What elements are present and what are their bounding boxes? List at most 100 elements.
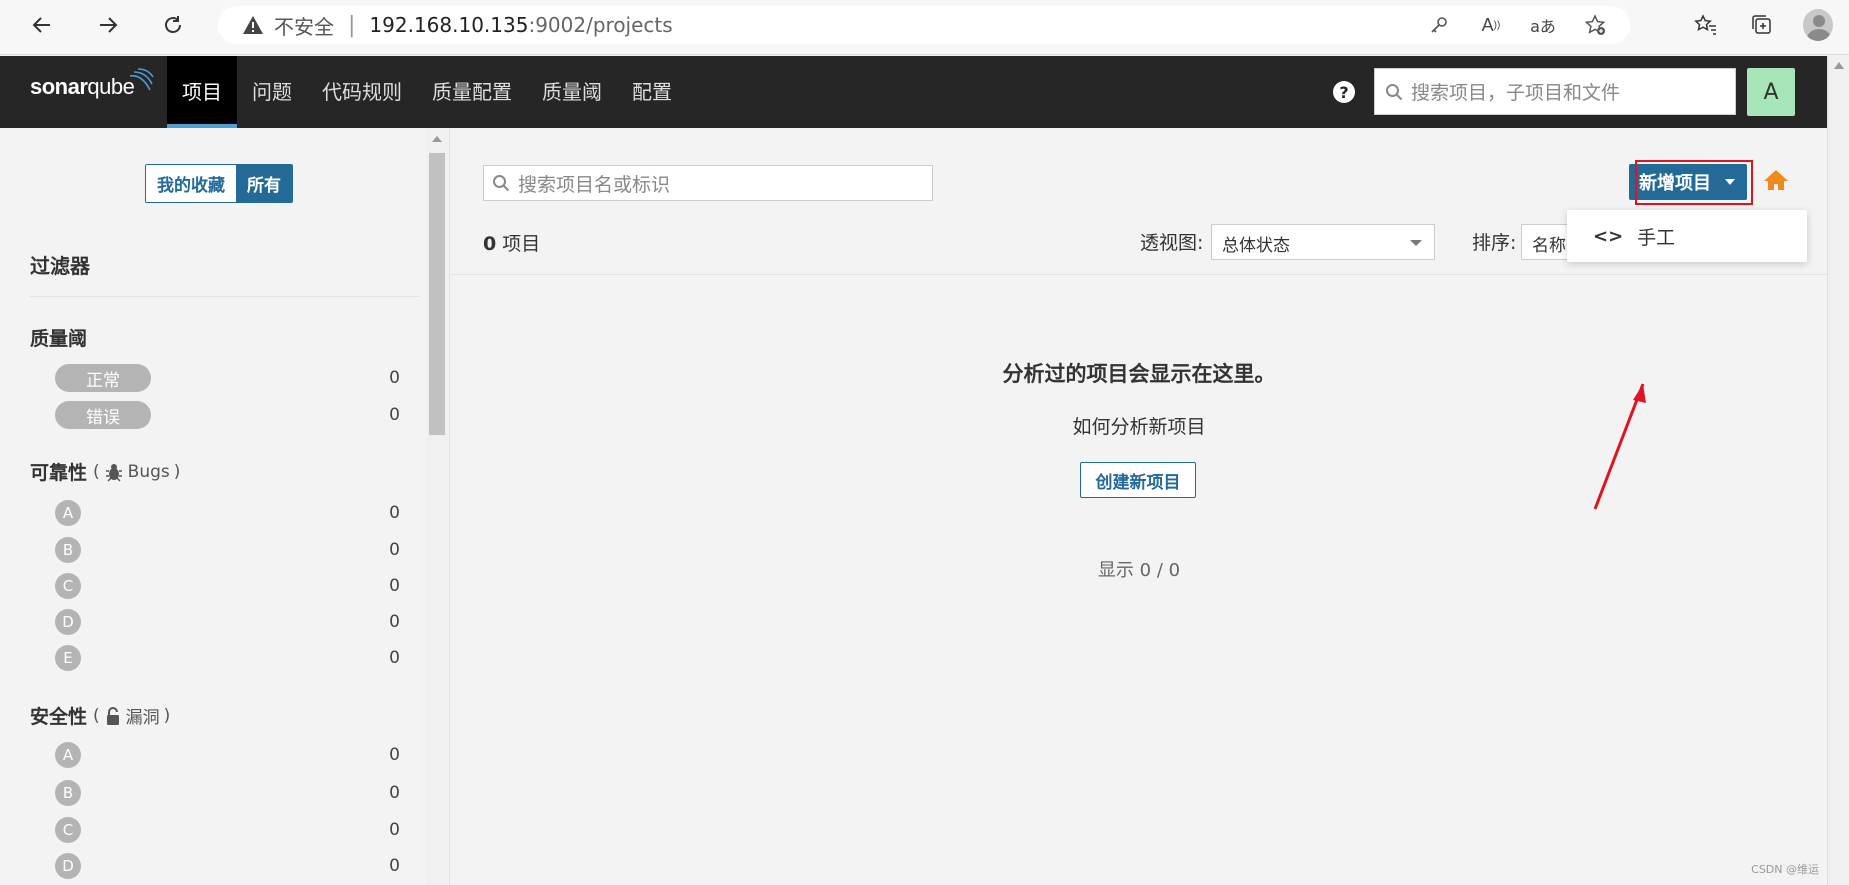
back-arrow-icon[interactable] bbox=[22, 8, 62, 42]
grade-badge: D bbox=[55, 609, 81, 635]
favorites-icon[interactable] bbox=[1691, 10, 1721, 40]
address-separator: | bbox=[348, 12, 356, 38]
divider bbox=[30, 296, 420, 297]
scrollbar-thumb bbox=[429, 153, 445, 435]
filter-row-passed[interactable]: 正常 0 bbox=[55, 364, 400, 392]
annotation-highlight-box bbox=[1635, 160, 1753, 205]
reliability-row-a[interactable]: A 0 bbox=[55, 499, 400, 527]
grade-badge: C bbox=[55, 573, 81, 599]
filter-count: 0 bbox=[389, 576, 400, 596]
refresh-icon[interactable] bbox=[153, 8, 193, 42]
home-icon[interactable] bbox=[1763, 168, 1789, 196]
url-text: 192.168.10.135:9002/projects bbox=[369, 13, 673, 37]
favorite-add-icon[interactable] bbox=[1580, 13, 1610, 37]
top-navigation: sonarqube 项目 问题 代码规则 质量配置 质量阈 配置 ? 搜索项目，… bbox=[0, 56, 1827, 128]
divider bbox=[451, 274, 1827, 275]
menu-item-projects[interactable]: 项目 bbox=[167, 56, 237, 128]
security-row-b[interactable]: B 0 bbox=[55, 779, 400, 807]
grade-badge: D bbox=[55, 853, 81, 879]
filter-count: 0 bbox=[389, 503, 400, 523]
reliability-filter-title: 可靠性 ( Bugs ) bbox=[30, 461, 181, 485]
filters-sidebar: 我的收藏 所有 过滤器 质量阈 正常 0 错误 0 可靠性 ( Bugs ) A… bbox=[0, 128, 450, 885]
security-row-a[interactable]: A 0 bbox=[55, 741, 400, 769]
sidebar-scrollbar[interactable] bbox=[426, 128, 448, 885]
annotation-arrow bbox=[1593, 383, 1646, 510]
code-icon: <> bbox=[1593, 225, 1624, 247]
search-icon bbox=[1386, 83, 1403, 100]
security-filter-heading: 安全性 ( 漏洞 ) bbox=[30, 705, 171, 729]
sonarqube-logo[interactable]: sonarqube bbox=[30, 68, 155, 100]
reliability-row-e[interactable]: E 0 bbox=[55, 644, 400, 672]
filters-title: 过滤器 bbox=[30, 254, 90, 278]
forward-arrow-icon[interactable] bbox=[88, 8, 128, 42]
menu-item-quality-profiles[interactable]: 质量配置 bbox=[417, 56, 527, 128]
favorites-all-toggle: 我的收藏 所有 bbox=[145, 164, 293, 203]
address-bar[interactable]: 不安全 | 192.168.10.135:9002/projects A)) a… bbox=[218, 6, 1630, 44]
filter-count: 0 bbox=[389, 540, 400, 560]
filter-count: 0 bbox=[389, 783, 400, 803]
empty-state-title: 分析过的项目会显示在这里。 bbox=[1002, 362, 1276, 386]
collections-icon[interactable] bbox=[1747, 10, 1777, 40]
sonar-wave-icon bbox=[130, 68, 155, 91]
filter-count: 0 bbox=[389, 820, 400, 840]
menu-item-administration[interactable]: 配置 bbox=[617, 56, 687, 128]
security-row-d[interactable]: D 0 bbox=[55, 852, 400, 880]
global-search-placeholder: 搜索项目，子项目和文件 bbox=[1411, 82, 1621, 104]
user-avatar[interactable]: A bbox=[1747, 68, 1795, 116]
reliability-row-c[interactable]: C 0 bbox=[55, 572, 400, 600]
grade-badge: C bbox=[55, 817, 81, 843]
read-aloud-icon[interactable]: A)) bbox=[1476, 13, 1506, 37]
global-search-input[interactable]: 搜索项目，子项目和文件 bbox=[1374, 68, 1736, 115]
toggle-favorites[interactable]: 我的收藏 bbox=[146, 165, 236, 202]
filter-row-failed[interactable]: 错误 0 bbox=[55, 401, 400, 429]
grade-badge: B bbox=[55, 780, 81, 806]
bug-icon bbox=[105, 463, 122, 482]
watermark: CSDN @维运 bbox=[1751, 863, 1819, 876]
toggle-all[interactable]: 所有 bbox=[236, 165, 292, 202]
grade-badge: A bbox=[55, 500, 81, 526]
grade-badge: B bbox=[55, 537, 81, 563]
dropdown-item-manual[interactable]: 手工 bbox=[1637, 223, 1675, 250]
filter-count: 0 bbox=[389, 405, 400, 425]
filter-count: 0 bbox=[389, 648, 400, 668]
grade-badge: A bbox=[55, 742, 81, 768]
scroll-up-arrow-icon bbox=[1834, 62, 1844, 69]
filter-count: 0 bbox=[389, 612, 400, 632]
filter-count: 0 bbox=[389, 745, 400, 765]
project-search-input[interactable]: 搜索项目名或标识 bbox=[483, 165, 933, 201]
sort-label: 排序: bbox=[1472, 232, 1517, 254]
reliability-row-d[interactable]: D 0 bbox=[55, 608, 400, 636]
help-icon[interactable]: ? bbox=[1333, 81, 1355, 103]
quality-gate-filter-title: 质量阈 bbox=[30, 328, 88, 350]
filter-count: 0 bbox=[389, 856, 400, 876]
profile-avatar[interactable] bbox=[1803, 9, 1833, 41]
reliability-row-b[interactable]: B 0 bbox=[55, 536, 400, 564]
projects-main: 搜索项目名或标识 新增项目 0 项目 透视图: 总体状态 排序: 名称 <> 手… bbox=[451, 128, 1827, 885]
key-icon[interactable] bbox=[1424, 13, 1454, 37]
menu-item-rules[interactable]: 代码规则 bbox=[307, 56, 417, 128]
browser-toolbar: 不安全 | 192.168.10.135:9002/projects A)) a… bbox=[0, 0, 1849, 55]
caret-down-icon bbox=[1410, 240, 1422, 246]
create-project-button[interactable]: 创建新项目 bbox=[1080, 462, 1196, 498]
empty-state-howto: 如何分析新项目 bbox=[1072, 416, 1206, 438]
perspective-select[interactable]: 总体状态 bbox=[1211, 224, 1435, 260]
perspective-label: 透视图: bbox=[1140, 232, 1204, 254]
lock-icon bbox=[106, 706, 119, 725]
showing-count: 显示 0 / 0 bbox=[1097, 560, 1181, 581]
security-row-c[interactable]: C 0 bbox=[55, 816, 400, 844]
menu-item-issues[interactable]: 问题 bbox=[237, 56, 307, 128]
translate-icon[interactable]: aあ bbox=[1528, 13, 1558, 37]
warning-icon[interactable] bbox=[242, 15, 264, 35]
filter-count: 0 bbox=[389, 368, 400, 388]
grade-badge: E bbox=[55, 645, 81, 671]
security-label: 不安全 bbox=[274, 14, 334, 39]
main-menu: 项目 问题 代码规则 质量配置 质量阈 配置 bbox=[167, 56, 687, 128]
project-search-placeholder: 搜索项目名或标识 bbox=[518, 173, 671, 196]
scroll-up-arrow-icon bbox=[432, 136, 442, 142]
project-count: 0 项目 bbox=[483, 233, 541, 255]
status-pill-passed: 正常 bbox=[55, 364, 151, 392]
status-pill-failed: 错误 bbox=[55, 401, 151, 429]
search-icon bbox=[493, 175, 510, 192]
page-scrollbar[interactable] bbox=[1827, 56, 1849, 885]
menu-item-quality-gates[interactable]: 质量阈 bbox=[527, 56, 617, 128]
